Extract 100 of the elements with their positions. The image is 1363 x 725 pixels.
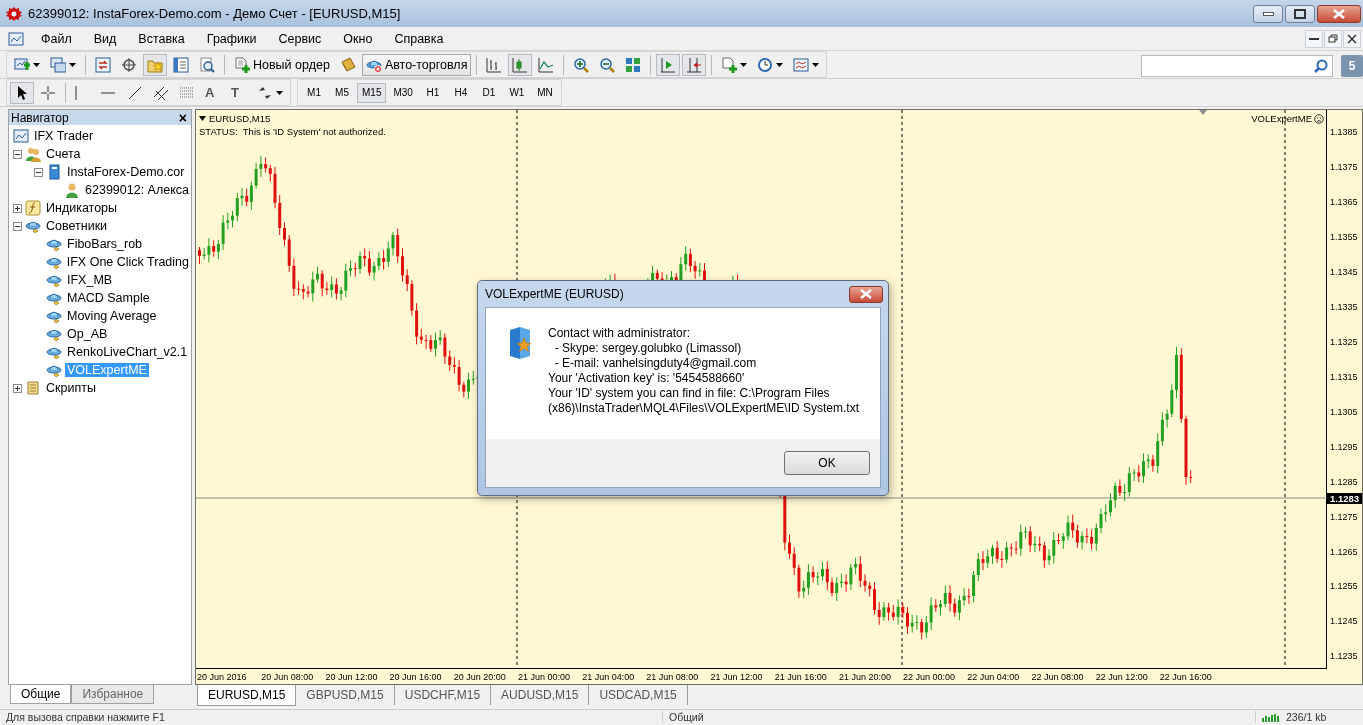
chart-tab[interactable]: USDCHF,M15 bbox=[394, 685, 492, 705]
tree-item[interactable]: Счета bbox=[44, 147, 83, 161]
zoom-out-icon bbox=[599, 56, 616, 73]
price-label: 1.1255 bbox=[1329, 581, 1358, 592]
tree-item[interactable]: Op_AB bbox=[65, 327, 110, 341]
document-plus-icon bbox=[234, 56, 250, 73]
timeframe-button[interactable]: M30 bbox=[388, 82, 418, 103]
status-text: STATUS: This is 'ID System' not authorized. bbox=[199, 126, 386, 137]
tree-item[interactable]: IFX_MB bbox=[65, 273, 115, 287]
timeframe-button[interactable]: M15 bbox=[357, 82, 387, 103]
horizontal-line-icon bbox=[101, 91, 115, 94]
maximize-icon bbox=[1294, 9, 1306, 19]
timeframe-button[interactable]: M5 bbox=[329, 82, 355, 103]
candlestick-button[interactable] bbox=[508, 53, 533, 76]
close-button[interactable] bbox=[1317, 5, 1361, 23]
chart-shift-button[interactable] bbox=[682, 53, 707, 76]
mdi-restore-button[interactable] bbox=[1324, 29, 1342, 48]
time-label: 22 Jun 04:00 bbox=[967, 671, 1020, 682]
price-label: 1.1335 bbox=[1329, 302, 1358, 313]
maximize-button[interactable] bbox=[1285, 5, 1315, 23]
terminal-icon bbox=[13, 128, 29, 144]
traffic-text: 236/1 kb bbox=[1286, 711, 1327, 723]
window-title: 62399012: InstaForex-Demo.com - Демо Счет - [EURUSD,M15] bbox=[28, 6, 401, 21]
chart-window-icon bbox=[8, 30, 24, 47]
dialog-title: VOLExpertME (EURUSD) bbox=[485, 287, 624, 301]
cursor-button[interactable] bbox=[10, 81, 34, 104]
panel-tab[interactable]: Общие bbox=[10, 685, 72, 704]
chart-tab[interactable]: AUDUSD,M15 bbox=[491, 685, 590, 705]
profile-name: Общий bbox=[662, 711, 1255, 723]
tree-item[interactable]: Скрипты bbox=[44, 381, 98, 395]
tree-item[interactable]: FiboBars_rob bbox=[65, 237, 145, 251]
timeframe-button[interactable]: W1 bbox=[503, 82, 530, 103]
ok-button[interactable]: OK bbox=[784, 451, 870, 475]
user-icon bbox=[64, 182, 81, 198]
panel-tab[interactable]: Избранное bbox=[71, 685, 155, 704]
menu-item[interactable]: Сервис bbox=[267, 29, 333, 48]
text-tool-button[interactable]: A bbox=[201, 81, 225, 104]
sad-face-icon bbox=[1314, 113, 1324, 124]
close-icon bbox=[860, 289, 872, 299]
windows-icon bbox=[50, 56, 66, 73]
chart-tab[interactable]: USDCAD,M15 bbox=[589, 685, 688, 705]
timeframe-button[interactable]: D1 bbox=[475, 82, 502, 103]
chart-plus-icon bbox=[14, 56, 30, 73]
menu-item[interactable]: Окно bbox=[332, 29, 384, 48]
tree-item[interactable]: 62399012: Алекса bbox=[83, 183, 191, 197]
price-label: 1.1265 bbox=[1329, 546, 1358, 557]
price-label: 1.1345 bbox=[1329, 267, 1358, 278]
message-line: Contact with administrator: bbox=[548, 326, 692, 341]
close-button[interactable] bbox=[849, 285, 883, 303]
tree-item[interactable]: RenkoLiveChart_v2.1 bbox=[65, 345, 190, 359]
minimize-button[interactable] bbox=[1253, 5, 1283, 23]
shift-marker-icon bbox=[1199, 110, 1207, 115]
collapse-icon[interactable] bbox=[34, 167, 43, 177]
search-field[interactable] bbox=[1141, 54, 1333, 77]
time-label: 22 Jun 16:00 bbox=[1159, 671, 1212, 682]
menu-item[interactable]: Вставка bbox=[127, 29, 196, 48]
magnifier-page-icon bbox=[199, 56, 215, 73]
collapse-icon[interactable] bbox=[13, 149, 22, 159]
tree-item[interactable]: Советники bbox=[44, 219, 110, 233]
collapse-icon[interactable] bbox=[13, 221, 22, 231]
tree-item[interactable]: MACD Sample bbox=[65, 291, 152, 305]
fibonacci-icon bbox=[179, 84, 195, 101]
expert-name: VOLExpertME bbox=[1251, 113, 1312, 124]
tree-item[interactable]: Moving Average bbox=[65, 309, 159, 323]
channel-icon bbox=[153, 84, 169, 101]
chart-tab[interactable]: EURUSD,M15 bbox=[197, 685, 297, 706]
autotrading-button[interactable]: Авто-торговля bbox=[361, 53, 472, 76]
current-price-tag: 1.1283 bbox=[1327, 493, 1363, 504]
time-label: 22 Jun 12:00 bbox=[1095, 671, 1148, 682]
price-label: 1.1355 bbox=[1329, 232, 1358, 243]
clock-icon bbox=[757, 56, 774, 73]
connection-bars-icon bbox=[1262, 712, 1282, 722]
time-label: 21 Jun 08:00 bbox=[646, 671, 699, 682]
chart-tab[interactable]: GBPUSD,M15 bbox=[296, 685, 395, 705]
menu-item[interactable]: Справка bbox=[383, 29, 455, 48]
trendline-icon bbox=[127, 84, 143, 101]
timeframe-button[interactable]: H1 bbox=[419, 82, 446, 103]
close-icon bbox=[1347, 33, 1357, 44]
timeframe-button[interactable]: M1 bbox=[301, 82, 327, 103]
expand-icon[interactable] bbox=[13, 383, 22, 393]
text-label-tool-button[interactable]: T bbox=[227, 81, 251, 104]
expand-icon[interactable] bbox=[13, 203, 22, 213]
tree-item[interactable]: IFX Trader bbox=[32, 129, 96, 143]
timeframe-button[interactable]: H4 bbox=[447, 82, 474, 103]
new-order-button[interactable]: Новый ордер bbox=[230, 53, 334, 76]
mdi-minimize-button[interactable] bbox=[1305, 29, 1323, 48]
menu-item[interactable]: Графики bbox=[195, 29, 268, 48]
menu-item[interactable]: Вид bbox=[82, 29, 128, 48]
timeframe-button[interactable]: MN bbox=[531, 82, 558, 103]
close-button[interactable]: × bbox=[178, 111, 187, 124]
time-label: 21 Jun 20:00 bbox=[838, 671, 891, 682]
tile-windows-icon bbox=[625, 56, 642, 73]
restore-icon bbox=[1328, 33, 1338, 44]
autoscroll-button[interactable] bbox=[656, 53, 681, 76]
tree-item[interactable]: IFX One Click Trading bbox=[64, 255, 191, 269]
tree-item[interactable]: Индикаторы bbox=[44, 201, 120, 215]
bar-chart-icon bbox=[486, 56, 503, 73]
tree-item[interactable]: InstaForex-Demo.cor bbox=[65, 165, 187, 179]
mdi-close-button[interactable] bbox=[1343, 29, 1361, 48]
menu-item[interactable]: Файл bbox=[30, 29, 83, 48]
